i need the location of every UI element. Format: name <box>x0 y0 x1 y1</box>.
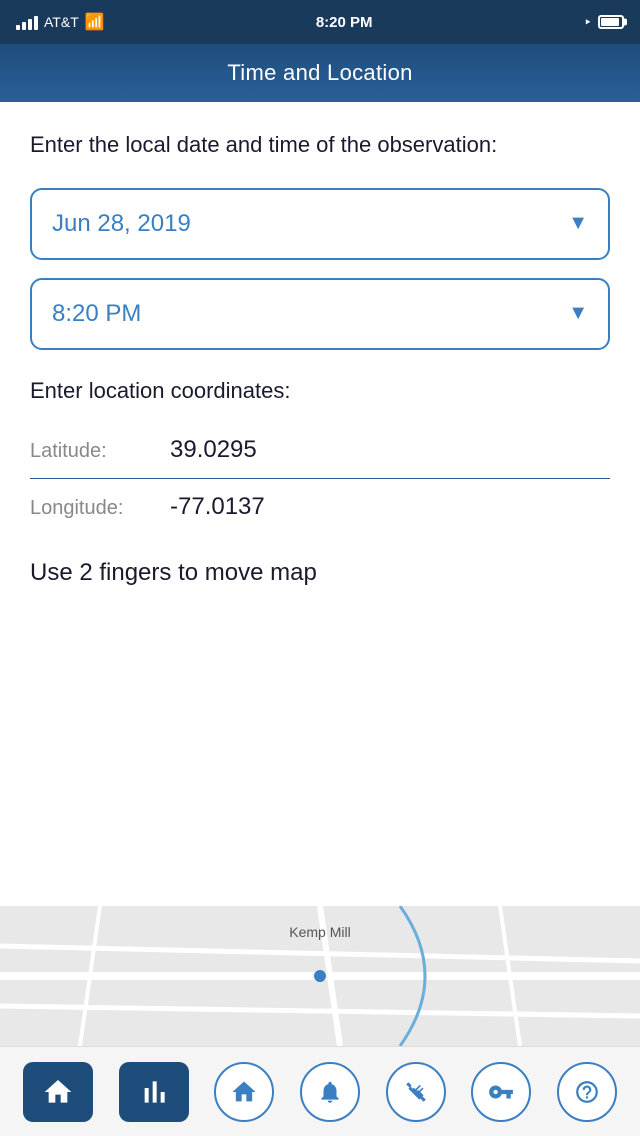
satellite-button[interactable] <box>386 1062 446 1122</box>
chart-icon <box>138 1076 170 1108</box>
status-time: 8:20 PM <box>316 14 373 31</box>
carrier-label: AT&T <box>44 14 79 30</box>
map-place-label: Kemp Mill <box>289 924 350 940</box>
time-chevron-down-icon: ▼ <box>568 302 588 325</box>
status-bar: AT&T 📶 8:20 PM ‣ <box>0 0 640 44</box>
key-button[interactable] <box>471 1062 531 1122</box>
home-outline-icon <box>230 1078 258 1106</box>
longitude-key: Longitude: <box>30 497 170 520</box>
date-section-label: Enter the local date and time of the obs… <box>30 130 610 160</box>
wifi-icon: 📶 <box>85 12 105 32</box>
bottom-bar <box>0 1046 640 1136</box>
time-dropdown[interactable]: 8:20 PM ▼ <box>30 278 610 350</box>
status-left: AT&T 📶 <box>16 12 105 32</box>
coordinates-label: Enter location coordinates: <box>30 378 610 404</box>
map-hint-text: Use 2 fingers to move map <box>30 559 610 587</box>
longitude-row: Longitude: -77.0137 <box>30 479 610 535</box>
battery-icon <box>598 15 624 29</box>
help-button[interactable] <box>557 1062 617 1122</box>
signal-bars-icon <box>16 14 38 30</box>
satellite-icon <box>403 1079 429 1105</box>
chart-button[interactable] <box>119 1062 189 1122</box>
home-filled-icon <box>42 1076 74 1108</box>
bell-icon <box>317 1079 343 1105</box>
nav-bar: Time and Location <box>0 44 640 102</box>
date-dropdown[interactable]: Jun 28, 2019 ▼ <box>30 188 610 260</box>
help-icon <box>574 1079 600 1105</box>
bell-button[interactable] <box>300 1062 360 1122</box>
date-chevron-down-icon: ▼ <box>568 212 588 235</box>
status-right: ‣ <box>584 14 624 31</box>
location-arrow-icon: ‣ <box>584 14 592 31</box>
key-icon <box>488 1079 514 1105</box>
latitude-key: Latitude: <box>30 440 170 463</box>
time-value: 8:20 PM <box>52 300 141 328</box>
coordinates-section: Enter location coordinates: Latitude: 39… <box>30 378 610 535</box>
home-outline-button[interactable] <box>214 1062 274 1122</box>
latitude-row: Latitude: 39.0295 <box>30 422 610 479</box>
main-content: Enter the local date and time of the obs… <box>0 102 640 587</box>
home-filled-button[interactable] <box>23 1062 93 1122</box>
page-title: Time and Location <box>227 60 412 86</box>
latitude-value: 39.0295 <box>170 436 257 464</box>
date-value: Jun 28, 2019 <box>52 210 191 238</box>
map-view[interactable]: Kemp Mill <box>0 906 640 1046</box>
longitude-value: -77.0137 <box>170 493 265 521</box>
